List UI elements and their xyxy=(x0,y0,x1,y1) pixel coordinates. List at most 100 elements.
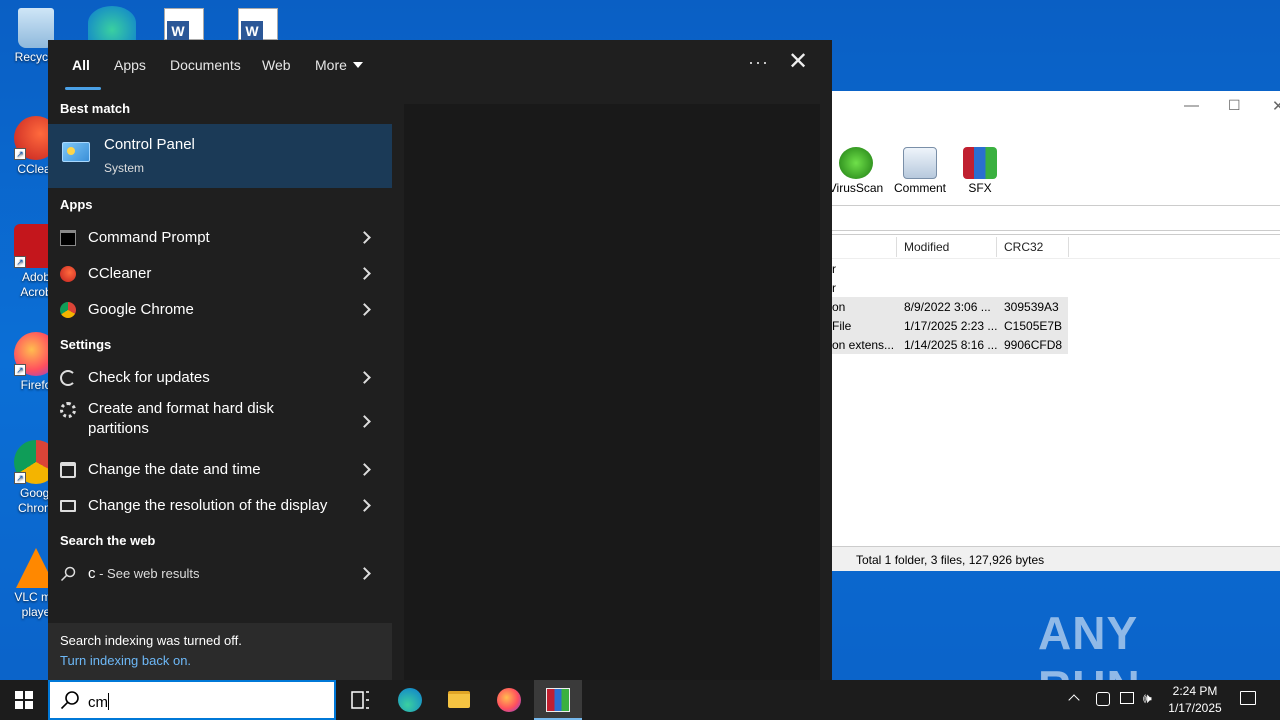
tab-web[interactable]: Web xyxy=(262,57,291,73)
result-label: Change the date and time xyxy=(88,461,261,478)
monitor-icon xyxy=(60,500,76,512)
best-match-result[interactable]: Control Panel System xyxy=(48,124,392,188)
result-change-date-time[interactable]: Change the date and time xyxy=(48,452,392,488)
search-icon xyxy=(60,566,76,582)
comment-icon xyxy=(903,147,937,179)
winrar-window[interactable]: — ☐ ✕ VirusScan Comment SFX Modified CRC… xyxy=(829,91,1280,571)
close-icon[interactable]: ✕ xyxy=(788,50,808,74)
winrar-titlebar[interactable]: — ☐ ✕ xyxy=(832,91,1280,121)
tab-documents[interactable]: Documents xyxy=(170,57,241,73)
shortcut-arrow-icon: ↗ xyxy=(14,364,26,376)
file-row[interactable]: r xyxy=(832,278,1280,297)
result-create-format-partitions[interactable]: Create and format hard disk partitions xyxy=(48,396,392,448)
file-type: r xyxy=(832,281,836,295)
sfx-label: SFX xyxy=(968,181,992,195)
address-bar[interactable] xyxy=(832,205,1280,231)
desktop-icon-edge[interactable] xyxy=(88,6,136,40)
shortcut-arrow-icon: ↗ xyxy=(14,148,26,160)
desktop-icon-word-document[interactable]: W xyxy=(164,8,204,41)
folder-icon xyxy=(448,691,470,708)
system-clock[interactable]: 2:24 PM 1/17/2025 xyxy=(1160,683,1230,717)
file-row[interactable]: on 8/9/2022 3:06 ... 309539A3 xyxy=(832,297,1068,316)
search-tabs: All Apps Documents Web More ··· ✕ xyxy=(48,40,832,92)
chevron-right-icon[interactable] xyxy=(358,267,371,280)
chevron-right-icon[interactable] xyxy=(358,415,371,428)
maximize-icon[interactable]: ☐ xyxy=(1228,97,1241,114)
result-label: Google Chrome xyxy=(88,301,194,318)
start-search-panel: All Apps Documents Web More ··· ✕ Best m… xyxy=(48,40,832,680)
results-list: Best match Control Panel System Apps Com… xyxy=(48,92,392,680)
file-list-header: Modified CRC32 xyxy=(832,235,1280,259)
word-icon: W xyxy=(167,21,189,41)
text-cursor xyxy=(108,693,109,710)
tab-more[interactable]: More xyxy=(315,57,363,73)
tab-all[interactable]: All xyxy=(72,57,90,73)
web-query: c xyxy=(88,565,96,582)
sfx-button[interactable]: SFX xyxy=(948,147,1012,195)
result-label: Change the resolution of the display xyxy=(88,497,328,514)
column-crc32[interactable]: CRC32 xyxy=(1004,240,1043,254)
file-list[interactable]: Modified CRC32 r r on 8/9/2022 3:06 ... … xyxy=(832,234,1280,546)
minimize-icon[interactable]: — xyxy=(1184,97,1199,114)
result-ccleaner[interactable]: CCleaner xyxy=(48,256,392,292)
comment-button[interactable]: Comment xyxy=(888,147,952,195)
sfx-icon xyxy=(963,147,997,179)
firefox-icon xyxy=(497,688,521,712)
taskbar-search-input[interactable]: cm xyxy=(48,680,336,720)
start-button[interactable] xyxy=(0,680,48,720)
taskbar-firefox-button[interactable] xyxy=(485,680,533,720)
chevron-right-icon[interactable] xyxy=(358,231,371,244)
chevron-right-icon[interactable] xyxy=(358,567,371,580)
preview-pane xyxy=(404,104,820,680)
tab-more-label: More xyxy=(315,57,347,73)
taskbar-edge-button[interactable] xyxy=(386,680,434,720)
taskbar-file-explorer-button[interactable] xyxy=(435,680,483,720)
search-icon xyxy=(60,690,80,710)
result-change-resolution[interactable]: Change the resolution of the display xyxy=(48,488,392,524)
result-check-for-updates[interactable]: Check for updates xyxy=(48,360,392,396)
file-crc: 9906CFD8 xyxy=(1004,338,1063,352)
control-panel-icon xyxy=(62,142,90,162)
command-prompt-icon xyxy=(60,230,76,246)
close-icon[interactable]: ✕ xyxy=(1272,97,1280,115)
edge-icon xyxy=(398,688,422,712)
column-separator xyxy=(896,237,897,257)
taskbar: cm 🕪 2:24 PM 1/17/2025 xyxy=(0,680,1280,720)
result-command-prompt[interactable]: Command Prompt xyxy=(48,220,392,256)
desktop-icon-word-document-2[interactable]: W xyxy=(238,8,278,41)
network-icon[interactable] xyxy=(1120,692,1134,704)
file-row[interactable]: r xyxy=(832,259,1280,278)
file-row[interactable]: File 1/17/2025 2:23 ... C1505E7B xyxy=(832,316,1068,335)
column-modified[interactable]: Modified xyxy=(904,240,949,254)
task-view-button[interactable] xyxy=(336,680,384,720)
volume-icon[interactable]: 🕪 xyxy=(1143,690,1152,720)
result-label: Check for updates xyxy=(88,369,210,386)
search-query: cm xyxy=(88,694,108,711)
clock-time: 2:24 PM xyxy=(1172,684,1218,698)
chrome-icon xyxy=(60,302,76,318)
file-row[interactable]: on extens... 1/14/2025 8:16 ... 9906CFD8 xyxy=(832,335,1068,354)
clock-date: 1/17/2025 xyxy=(1168,701,1222,715)
result-web-search[interactable]: c - See web results xyxy=(48,556,392,592)
taskbar-winrar-button[interactable] xyxy=(534,680,582,720)
result-label: CCleaner xyxy=(88,265,152,282)
chevron-right-icon[interactable] xyxy=(358,303,371,316)
indexing-message: Search indexing was turned off. xyxy=(60,633,242,648)
more-options-icon[interactable]: ··· xyxy=(748,52,769,73)
file-modified: 8/9/2022 3:06 ... xyxy=(904,300,991,314)
chevron-down-icon xyxy=(352,62,363,68)
file-modified: 1/14/2025 8:16 ... xyxy=(904,338,998,352)
turn-indexing-on-link[interactable]: Turn indexing back on. xyxy=(60,653,191,668)
meet-now-icon[interactable] xyxy=(1096,692,1110,706)
result-google-chrome[interactable]: Google Chrome xyxy=(48,292,392,328)
chevron-right-icon[interactable] xyxy=(358,499,371,512)
tab-apps[interactable]: Apps xyxy=(114,57,146,73)
web-result-text: c - See web results xyxy=(88,565,200,582)
chevron-right-icon[interactable] xyxy=(358,371,371,384)
virusscan-button[interactable]: VirusScan xyxy=(824,147,888,195)
chevron-right-icon[interactable] xyxy=(358,463,371,476)
winrar-icon xyxy=(546,688,570,712)
action-center-icon[interactable] xyxy=(1240,691,1256,705)
show-hidden-icons-button[interactable] xyxy=(1068,690,1080,720)
file-crc: C1505E7B xyxy=(1004,319,1063,333)
